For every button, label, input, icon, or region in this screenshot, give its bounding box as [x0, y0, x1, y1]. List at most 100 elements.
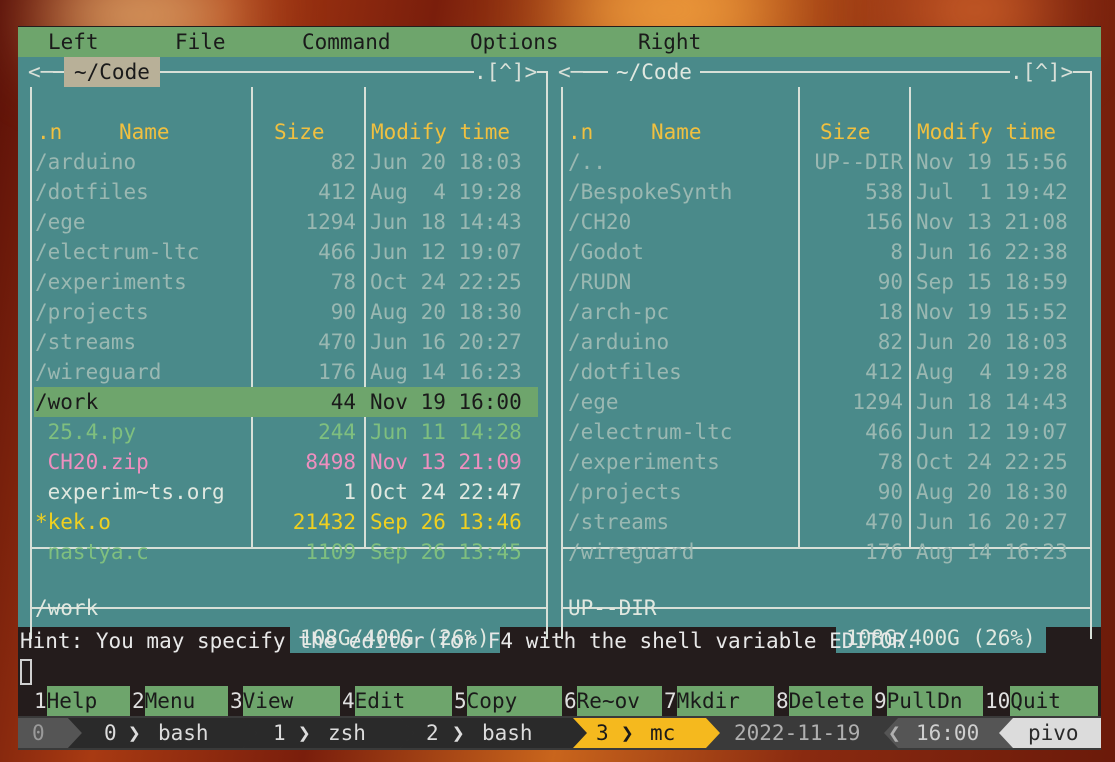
separator-icon: ❯	[128, 721, 141, 745]
file-size: UP--DIR	[814, 150, 903, 174]
file-name[interactable]: /experiments	[35, 267, 249, 297]
right-header-name[interactable]: Name	[651, 117, 702, 147]
file-name[interactable]: /wireguard	[568, 537, 794, 567]
fkey-label: PullDn	[886, 686, 983, 716]
menu-file[interactable]: File	[175, 27, 226, 57]
tmux-window-0-name[interactable]: bash	[158, 718, 209, 748]
file-name[interactable]: /BespokeSynth	[568, 177, 794, 207]
tmux-window-3-index[interactable]: 3	[596, 718, 609, 748]
file-mtime: Nov 19 16:00	[370, 390, 522, 414]
file-name[interactable]: CH20.zip	[35, 447, 249, 477]
file-name[interactable]: /projects	[35, 297, 249, 327]
panels-area: <─ ~/Code .[^]> <─ ~/Code .[^]> .n Name …	[18, 57, 1101, 653]
file-name[interactable]: /arduino	[35, 147, 249, 177]
file-size: 412	[318, 180, 356, 204]
menu-right[interactable]: Right	[638, 27, 701, 57]
fkey-number: 5	[454, 686, 467, 716]
right-header-mtime[interactable]: Modify time	[917, 117, 1056, 147]
file-name[interactable]: /dotfiles	[35, 177, 249, 207]
file-size: 176	[318, 360, 356, 384]
file-name[interactable]: experim~ts.org	[35, 477, 249, 507]
menu-options[interactable]: Options	[470, 27, 559, 57]
fkey-number: 6	[564, 686, 577, 716]
fkey-menu[interactable]: 2Menu	[132, 686, 230, 716]
fkey-delete[interactable]: 8Delete	[776, 686, 874, 716]
tmux-window-1-index[interactable]: 1	[273, 718, 286, 748]
file-name[interactable]: *kek.o	[35, 507, 249, 537]
file-name[interactable]: /wireguard	[35, 357, 249, 387]
right-panel-title[interactable]: ~/Code	[608, 57, 700, 87]
fkey-number: 2	[132, 686, 145, 716]
right-header-n: .n	[568, 120, 594, 144]
file-mtime: Sep 15 18:59	[916, 270, 1068, 294]
tmux-time: 16:00	[916, 721, 980, 745]
file-size: 466	[318, 240, 356, 264]
tmux-window-0-index[interactable]: 0	[104, 718, 117, 748]
file-mtime: Aug 14 16:23	[370, 360, 522, 384]
file-name[interactable]: /electrum-ltc	[35, 237, 249, 267]
file-mtime: Jun 18 14:43	[916, 390, 1068, 414]
file-name[interactable]: nastya.c	[35, 537, 249, 567]
file-name[interactable]: /RUDN	[568, 267, 794, 297]
file-name[interactable]: /..	[568, 147, 794, 177]
fkey-help[interactable]: 1Help	[34, 686, 132, 716]
file-name[interactable]: /experiments	[568, 447, 794, 477]
tmux-window-1-name[interactable]: zsh	[328, 718, 366, 748]
tmux-date: 2022-11-19	[734, 721, 861, 745]
command-line-cursor[interactable]	[20, 659, 32, 685]
file-name[interactable]: /CH20	[568, 207, 794, 237]
fkey-quit[interactable]: 10Quit	[985, 686, 1101, 716]
file-size: 412	[865, 360, 903, 384]
fkey-mkdir[interactable]: 7Mkdir	[664, 686, 776, 716]
left-panel-corner: <─	[28, 57, 54, 87]
file-size: 90	[877, 270, 903, 294]
file-name[interactable]: /work	[35, 387, 249, 417]
left-panel-title[interactable]: ~/Code	[64, 57, 160, 87]
file-name[interactable]: /ege	[568, 387, 794, 417]
left-header-mtime[interactable]: Modify time	[371, 117, 510, 147]
fkey-copy[interactable]: 5Copy	[454, 686, 564, 716]
fkey-number: 9	[874, 686, 887, 716]
left-panel-hist[interactable]: .[^]>	[474, 57, 538, 87]
fkey-label: Help	[46, 686, 130, 716]
file-name[interactable]: /streams	[35, 327, 249, 357]
right-panel-corner: <─	[558, 57, 584, 87]
right-panel-status: UP--DIR	[568, 596, 657, 620]
tmux-window-3-name[interactable]: mc	[650, 718, 675, 748]
fkey-edit[interactable]: 4Edit	[342, 686, 454, 716]
left-header-name[interactable]: Name	[119, 117, 170, 147]
right-header-size[interactable]: Size	[820, 117, 871, 147]
menu-left[interactable]: Left	[48, 27, 99, 57]
tmux-window-2-name[interactable]: bash	[482, 718, 533, 748]
file-name[interactable]: /ege	[35, 207, 249, 237]
fkey-label: Re~ov	[576, 686, 662, 716]
file-mtime: Nov 13 21:08	[916, 210, 1068, 234]
file-mtime: Jun 20 18:03	[916, 330, 1068, 354]
file-mtime: Oct 24 22:25	[916, 450, 1068, 474]
menu-command[interactable]: Command	[302, 27, 391, 57]
file-name[interactable]: /arch-pc	[568, 297, 794, 327]
file-size: 82	[330, 150, 356, 174]
fkey-view[interactable]: 3View	[230, 686, 342, 716]
file-mtime: Jun 16 20:27	[916, 510, 1068, 534]
fkey-pulldn[interactable]: 9PullDn	[874, 686, 985, 716]
file-mtime: Aug 4 19:28	[916, 360, 1068, 384]
file-mtime: Jun 12 19:07	[916, 420, 1068, 444]
file-name[interactable]: /arduino	[568, 327, 794, 357]
fkey-label: Edit	[354, 686, 452, 716]
left-header-size[interactable]: Size	[274, 117, 325, 147]
file-name[interactable]: 25.4.py	[35, 417, 249, 447]
file-size: 44	[330, 390, 356, 414]
file-mtime: Jun 20 18:03	[370, 150, 522, 174]
file-name[interactable]: /dotfiles	[568, 357, 794, 387]
right-panel-hist[interactable]: .[^]>	[1010, 57, 1074, 87]
file-name[interactable]: /projects	[568, 477, 794, 507]
fkey-number: 1	[34, 686, 47, 716]
file-name[interactable]: /streams	[568, 507, 794, 537]
tmux-window-2-index[interactable]: 2	[426, 718, 439, 748]
file-name[interactable]: /electrum-ltc	[568, 417, 794, 447]
fkey-number: 8	[776, 686, 789, 716]
tmux-hostname: pivo	[1028, 721, 1079, 745]
fkey-reov[interactable]: 6Re~ov	[564, 686, 664, 716]
file-name[interactable]: /Godot	[568, 237, 794, 267]
